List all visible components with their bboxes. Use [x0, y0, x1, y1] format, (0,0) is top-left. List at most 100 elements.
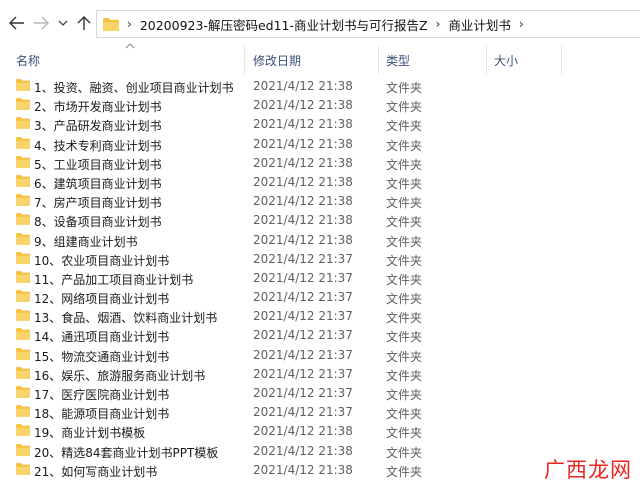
breadcrumb-item[interactable]: 20200923-解压密码ed11-商业计划书与可行报告Z [140, 15, 428, 34]
file-name: 16、娱乐、旅游服务商业计划书 [34, 368, 206, 383]
folder-row[interactable]: 11、产品加工项目商业计划书 2021/4/12 21:37 文件夹 [0, 269, 640, 288]
column-divider[interactable] [378, 46, 379, 74]
folder-icon [16, 462, 30, 475]
watermark: 广西龙网 [544, 458, 632, 482]
file-name: 14、通迅项目商业计划书 [34, 330, 170, 345]
file-date: 2021/4/12 21:38 [253, 174, 353, 189]
column-header-size[interactable]: 大小 [494, 52, 518, 69]
file-type: 文件夹 [386, 234, 423, 249]
file-name: 6、建筑项目商业计划书 [34, 176, 162, 191]
column-header-date[interactable]: 修改日期 [253, 52, 301, 69]
recent-locations-button[interactable] [54, 14, 72, 32]
folder-icon [16, 155, 30, 168]
file-date: 2021/4/12 21:37 [253, 328, 353, 343]
chevron-down-icon [58, 20, 68, 26]
file-type: 文件夹 [386, 215, 423, 230]
file-date: 2021/4/12 21:38 [253, 79, 353, 93]
column-divider[interactable] [561, 46, 562, 74]
folder-icon [16, 290, 30, 303]
file-date: 2021/4/12 21:37 [253, 309, 353, 324]
file-type: 文件夹 [386, 138, 423, 153]
folder-row[interactable]: 12、网络项目商业计划书 2021/4/12 21:37 文件夹 [0, 288, 640, 307]
breadcrumb-separator: › [518, 17, 524, 31]
file-name: 8、设备项目商业计划书 [34, 215, 162, 230]
folder-row[interactable]: 9、组建商业计划书 2021/4/12 21:38 文件夹 [0, 231, 640, 250]
folder-row[interactable]: 13、食品、烟酒、饮料商业计划书 2021/4/12 21:37 文件夹 [0, 307, 640, 326]
file-type: 文件夹 [386, 330, 423, 345]
file-name: 13、食品、烟酒、饮料商业计划书 [34, 311, 218, 326]
breadcrumb-separator: › [435, 17, 441, 31]
file-date: 2021/4/12 21:38 [253, 424, 353, 439]
file-date: 2021/4/12 21:38 [253, 136, 353, 151]
file-name: 9、组建商业计划书 [34, 234, 138, 249]
file-date: 2021/4/12 21:37 [253, 347, 353, 362]
address-bar[interactable]: › 20200923-解压密码ed11-商业计划书与可行报告Z › 商业计划书 … [96, 10, 640, 38]
file-date: 2021/4/12 21:38 [253, 213, 353, 228]
folder-icon [16, 117, 30, 130]
folder-row[interactable]: 4、技术专利商业计划书 2021/4/12 21:38 文件夹 [0, 135, 640, 154]
folder-row[interactable]: 17、医疗医院商业计划书 2021/4/12 21:37 文件夹 [0, 384, 640, 403]
file-type: 文件夹 [386, 100, 423, 115]
folder-row[interactable]: 10、农业项目商业计划书 2021/4/12 21:37 文件夹 [0, 250, 640, 269]
breadcrumb-separator: › [127, 17, 132, 31]
folder-row[interactable]: 5、工业项目商业计划书 2021/4/12 21:38 文件夹 [0, 154, 640, 173]
file-date: 2021/4/12 21:38 [253, 443, 353, 458]
folder-row[interactable]: 1、投资、融资、创业项目商业计划书 2021/4/12 21:38 文件夹 [0, 77, 640, 96]
file-type: 文件夹 [386, 272, 423, 287]
file-type: 文件夹 [386, 176, 423, 191]
folder-row[interactable]: 2、市场开发商业计划书 2021/4/12 21:38 文件夹 [0, 96, 640, 115]
column-divider[interactable] [244, 46, 245, 74]
folder-row[interactable]: 6、建筑项目商业计划书 2021/4/12 21:38 文件夹 [0, 173, 640, 192]
folder-icon [16, 136, 30, 149]
folder-row[interactable]: 16、娱乐、旅游服务商业计划书 2021/4/12 21:37 文件夹 [0, 365, 640, 384]
file-type: 文件夹 [386, 445, 423, 460]
breadcrumb-item[interactable]: 商业计划书 [448, 15, 511, 34]
file-date: 2021/4/12 21:37 [253, 386, 353, 400]
navigation-bar: › 20200923-解压密码ed11-商业计划书与可行报告Z › 商业计划书 … [0, 0, 640, 44]
column-divider[interactable] [486, 46, 487, 74]
file-type: 文件夹 [386, 349, 423, 364]
file-name: 3、产品研发商业计划书 [34, 119, 162, 134]
file-date: 2021/4/12 21:37 [253, 366, 353, 381]
folder-icon [16, 98, 30, 111]
arrow-right-icon [34, 16, 49, 30]
folder-row[interactable]: 18、能源项目商业计划书 2021/4/12 21:37 文件夹 [0, 403, 640, 422]
folder-icon [16, 443, 30, 456]
folder-icon [16, 213, 30, 226]
folder-row[interactable]: 19、商业计划书模板 2021/4/12 21:38 文件夹 [0, 422, 640, 441]
file-type: 文件夹 [386, 426, 423, 441]
file-date: 2021/4/12 21:37 [253, 290, 353, 305]
folder-row[interactable]: 8、设备项目商业计划书 2021/4/12 21:38 文件夹 [0, 211, 640, 230]
file-type: 文件夹 [386, 253, 423, 268]
file-type: 文件夹 [386, 368, 423, 383]
up-button[interactable] [75, 14, 93, 32]
folder-row[interactable]: 15、物流交通商业计划书 2021/4/12 21:37 文件夹 [0, 346, 640, 365]
file-date: 2021/4/12 21:38 [253, 462, 353, 477]
folder-row[interactable]: 7、房产项目商业计划书 2021/4/12 21:38 文件夹 [0, 192, 640, 211]
folder-icon [16, 251, 30, 264]
file-name: 10、农业项目商业计划书 [34, 253, 170, 268]
folder-icon [16, 424, 30, 437]
file-date: 2021/4/12 21:37 [253, 405, 353, 420]
file-type: 文件夹 [386, 157, 423, 172]
folder-row[interactable]: 3、产品研发商业计划书 2021/4/12 21:38 文件夹 [0, 115, 640, 134]
file-name: 18、能源项目商业计划书 [34, 407, 170, 422]
arrow-left-icon [9, 16, 24, 30]
file-date: 2021/4/12 21:38 [253, 232, 353, 247]
file-name: 21、如何写商业计划书 [34, 464, 158, 479]
folder-icon [16, 79, 30, 91]
file-name: 5、工业项目商业计划书 [34, 157, 162, 172]
file-type: 文件夹 [386, 464, 423, 479]
column-header-name[interactable]: 名称 [16, 52, 40, 69]
back-button[interactable] [8, 14, 26, 32]
file-name: 17、医疗医院商业计划书 [34, 388, 170, 402]
file-type: 文件夹 [386, 292, 423, 307]
file-list: 1、投资、融资、创业项目商业计划书 2021/4/12 21:38 文件夹 2、市场… [0, 77, 640, 480]
sort-ascending-icon [125, 43, 135, 49]
forward-button[interactable] [32, 14, 50, 32]
column-header-type[interactable]: 类型 [386, 52, 410, 69]
file-type: 文件夹 [386, 196, 423, 211]
folder-icon [16, 270, 30, 283]
folder-row[interactable]: 14、通迅项目商业计划书 2021/4/12 21:37 文件夹 [0, 326, 640, 345]
file-type: 文件夹 [386, 119, 423, 134]
